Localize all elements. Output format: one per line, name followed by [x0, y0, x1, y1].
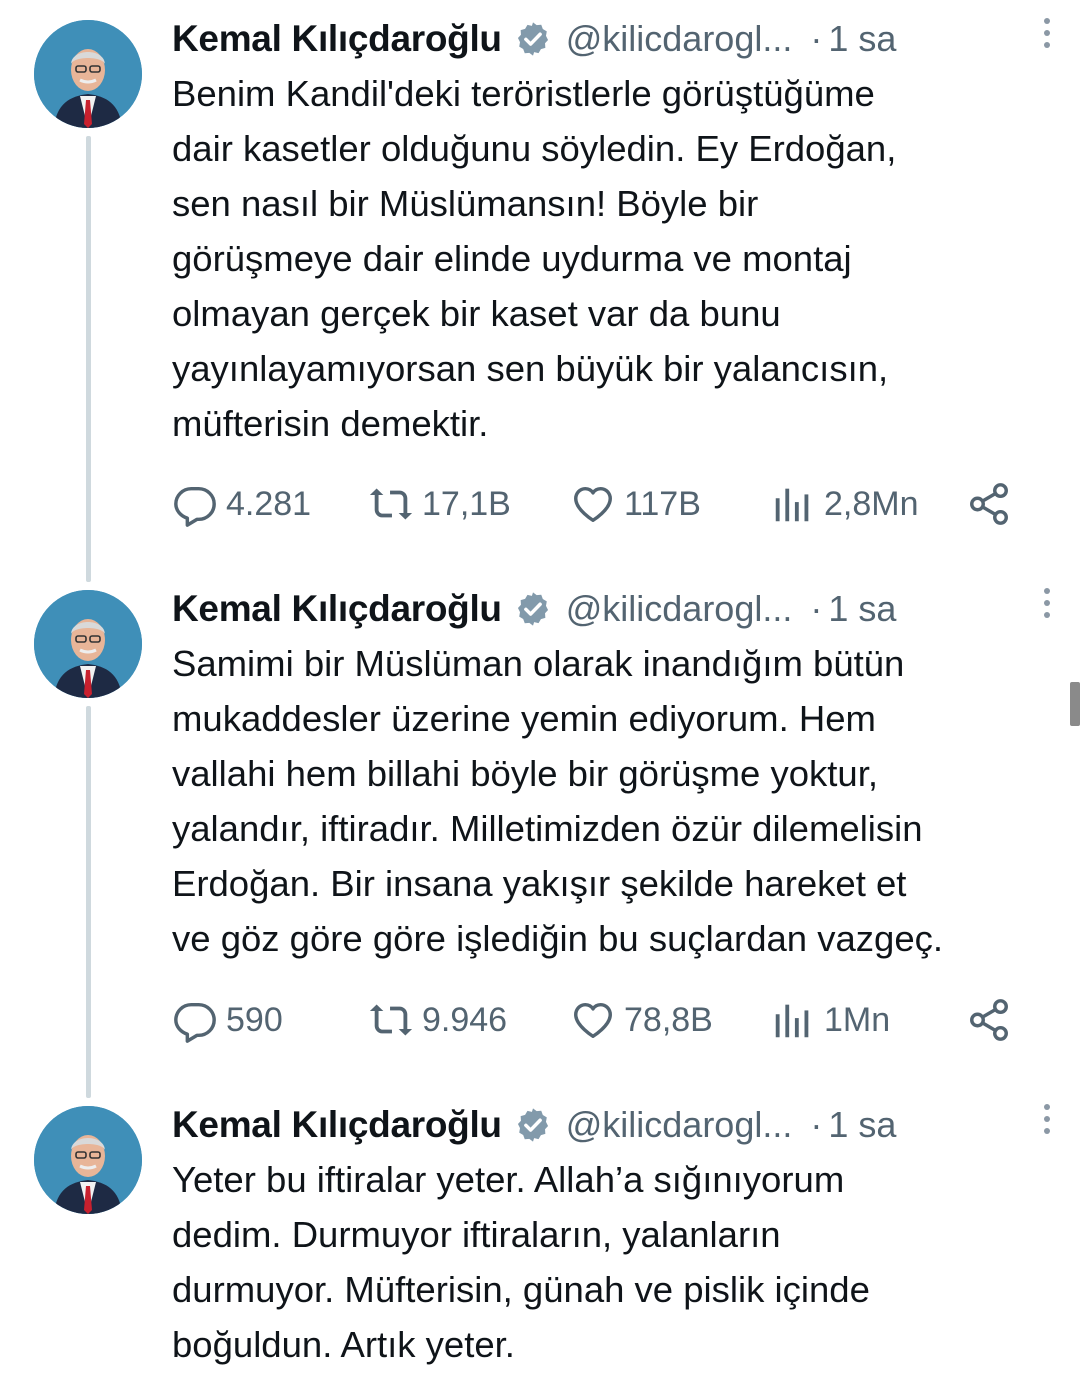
more-options-icon[interactable]	[1042, 584, 1052, 624]
timestamp[interactable]: 1 sa	[828, 18, 896, 60]
views-chart-icon	[775, 1004, 809, 1038]
author-handle[interactable]: @kilicdarogl...	[566, 1104, 793, 1146]
thread-line	[86, 706, 91, 1098]
tweet[interactable]: Kemal Kılıçdaroğlu @kilicdarogl... · 1 s…	[0, 570, 1080, 1098]
author-name[interactable]: Kemal Kılıçdaroğlu	[172, 18, 502, 60]
share-button[interactable]	[966, 476, 1020, 532]
avatar[interactable]	[34, 590, 142, 698]
timestamp[interactable]: 1 sa	[828, 1104, 896, 1146]
separator-dot: ·	[810, 18, 823, 59]
tweet-header: Kemal Kılıçdaroğlu @kilicdarogl... · 1 s…	[172, 14, 1060, 64]
share-icon	[970, 999, 1008, 1041]
avatar-image	[34, 590, 142, 698]
author-handle[interactable]: @kilicdarogl...	[566, 18, 793, 60]
author-name[interactable]: Kemal Kılıçdaroğlu	[172, 588, 502, 630]
verified-badge-icon	[517, 592, 548, 626]
views-button[interactable]: 2,8Mn	[770, 476, 919, 532]
reply-icon	[174, 1002, 216, 1043]
thread-line	[86, 136, 91, 582]
reply-count: 590	[226, 1000, 283, 1039]
share-icon	[970, 483, 1008, 525]
reply-count: 4.281	[226, 484, 312, 523]
action-bar: 4.281 17,1B 117B 2,8Mn	[172, 476, 1032, 532]
more-options-icon[interactable]	[1042, 14, 1052, 54]
separator-dot: ·	[810, 1104, 823, 1145]
author-name[interactable]: Kemal Kılıçdaroğlu	[172, 1104, 502, 1146]
reply-button[interactable]: 4.281	[172, 476, 311, 532]
tweet-header: Kemal Kılıçdaroğlu @kilicdarogl... · 1 s…	[172, 584, 1060, 634]
like-button[interactable]: 78,8B	[570, 992, 713, 1048]
tweet-text: Yeter bu iftiralar yeter. Allah’a sığını…	[172, 1159, 870, 1365]
avatar-image	[34, 1106, 142, 1214]
views-chart-icon	[775, 488, 809, 522]
avatar[interactable]	[34, 1106, 142, 1214]
verified-badge-icon	[517, 1108, 548, 1142]
tweet[interactable]: Kemal Kılıçdaroğlu @kilicdarogl... · 1 s…	[0, 1086, 1080, 1388]
separator-dot: ·	[810, 588, 823, 629]
action-bar: 590 9.946 78,8B 1Mn	[172, 992, 1032, 1048]
tweet-text: Benim Kandil'deki teröristlerle görüştüğ…	[172, 73, 897, 444]
like-button[interactable]: 117B	[570, 476, 701, 532]
retweet-count: 17,1B	[422, 484, 511, 523]
avatar[interactable]	[34, 20, 142, 128]
tweet-header: Kemal Kılıçdaroğlu @kilicdarogl... · 1 s…	[172, 1100, 1060, 1150]
views-button[interactable]: 1Mn	[770, 992, 890, 1048]
avatar-image	[34, 20, 142, 128]
views-count: 1Mn	[824, 1000, 891, 1039]
scrollbar-thumb[interactable]	[1070, 682, 1080, 726]
reply-button[interactable]: 590	[172, 992, 283, 1048]
tweet-text: Samimi bir Müslüman olarak inandığım büt…	[172, 643, 944, 959]
author-handle[interactable]: @kilicdarogl...	[566, 588, 793, 630]
views-count: 2,8Mn	[824, 484, 919, 523]
retweet-count: 9.946	[422, 1000, 508, 1039]
retweet-button[interactable]: 17,1B	[368, 476, 511, 532]
like-count: 78,8B	[624, 1000, 713, 1039]
heart-icon	[574, 1002, 612, 1039]
more-options-icon[interactable]	[1042, 1100, 1052, 1140]
reply-icon	[174, 486, 216, 527]
heart-icon	[574, 486, 612, 523]
verified-badge-icon	[517, 22, 548, 56]
timestamp[interactable]: 1 sa	[828, 588, 896, 630]
retweet-button[interactable]: 9.946	[368, 992, 507, 1048]
like-count: 117B	[624, 484, 701, 523]
tweet[interactable]: Kemal Kılıçdaroğlu @kilicdarogl... · 1 s…	[0, 0, 1080, 582]
retweet-icon	[369, 488, 413, 520]
retweet-icon	[369, 1004, 413, 1036]
share-button[interactable]	[966, 992, 1020, 1048]
